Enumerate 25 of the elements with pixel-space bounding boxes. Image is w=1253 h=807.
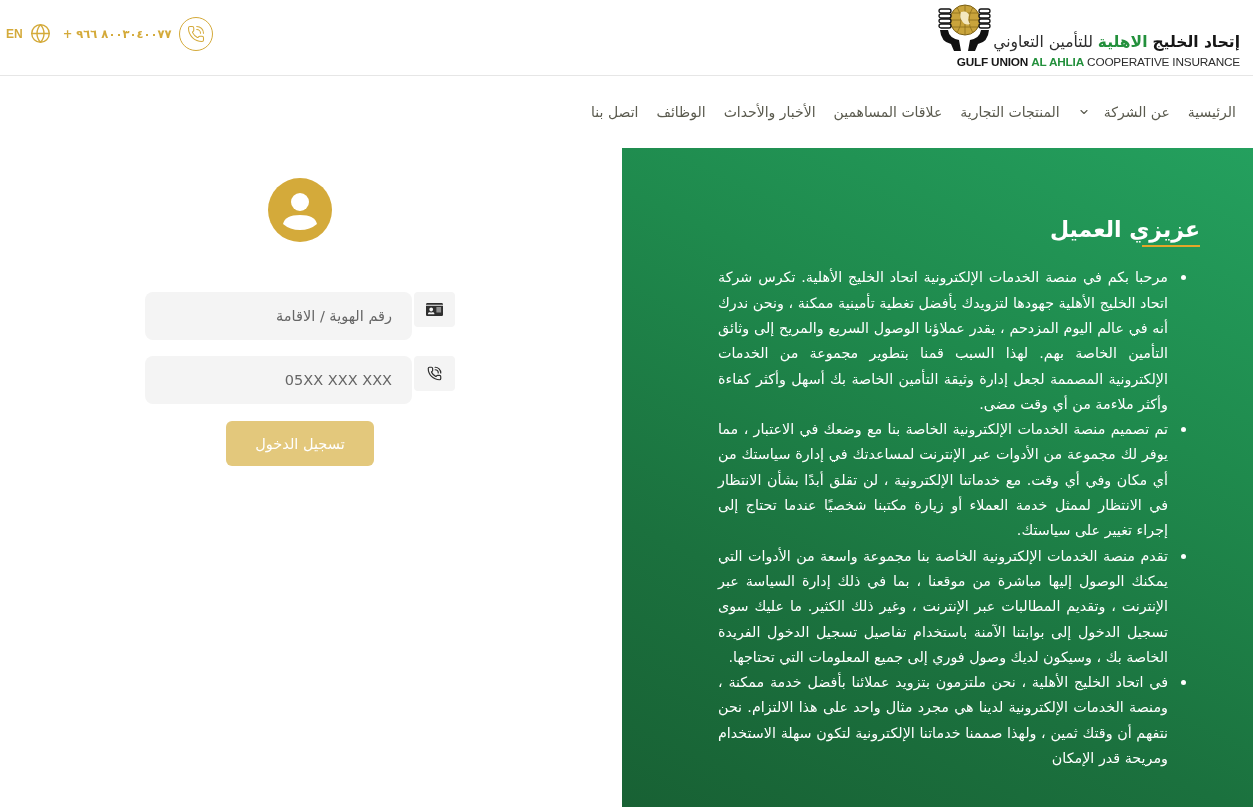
welcome-paragraph: تم تصميم منصة الخدمات الإلكترونية الخاصة بنا مع وضعك في الاعتبار ، مما يوفر لك مجموعة من الأدوات عبر الإنترنت لمساعدتك في إدارة سياستك من أي مكان وفي أي وقت. مع خدماتنا الإلكترونية ، لن تقلق أبدًا بشأن الانتظار في الانتظار لممثل خدمة العملاء أو زيارة مكتبنا شخصيًا عندما تحتاج إلى إجراء تغيير على سياستك.: [718, 420, 1168, 541]
nav-link[interactable]: المنتجات التجارية: [960, 104, 1060, 120]
logo-english-name: GULF UNION AL AHLIA COOPERATIVE INSURANCE: [956, 55, 1240, 69]
user-avatar-icon: [268, 178, 332, 242]
phone-number-field[interactable]: 05XX XXX XXX: [145, 356, 412, 404]
welcome-paragraph: تقدم منصة الخدمات الإلكترونية الخاصة بنا مجموعة واسعة من الأدوات التي يمكنك الوصول إليها مباشرة من موقعنا ، بما في ذلك إدارة السياسة عبر الإنترنت ، وتقديم المطالبات عبر الإنترنت ، وغير ذلك الكثير. ما عليك سوى تسجيل الدخول إلى بوابتنا الآمنة باستخدام تفاصيل تسجيل الدخول الفريدة الخاصة بك ، وسيكون لديك وصول فوري إلى جميع المعلومات التي تحتاجها.: [718, 546, 1168, 668]
bullet-icon: [1181, 427, 1186, 433]
nav-link[interactable]: الوظائف: [656, 104, 706, 120]
globe-icon: [29, 23, 51, 44]
logo-arabic-name: إتحاد الخليج الاهلية للتأمين التعاوني: [993, 33, 1240, 51]
nav-link[interactable]: عن الشركة: [1077, 104, 1170, 120]
nav-link[interactable]: علاقات المساهمين: [833, 104, 943, 120]
welcome-title: عزيزي العميل: [1049, 217, 1200, 244]
nav-link[interactable]: الرئيسية: [1187, 104, 1236, 120]
nav-link[interactable]: اتصل بنا: [591, 104, 639, 120]
bullet-icon: [1181, 680, 1186, 686]
welcome-paragraph: مرحبا بكم في منصة الخدمات الإلكترونية اتحاد الخليج الأهلية. تكرس شركة اتحاد الخليج الأهلية جهودها لتزويدك بأفضل تغطية تأمينية ممكنة ، ونحن ندرك أنه في عالم اليوم المزدحم ، يقدر عملاؤنا الوصول السريع والمريح إلى وثائق التأمين الخاصة بهم. لهذا السبب قمنا بتطوير مجموعة من الخدمات الإلكترونية المصممة لجعل إدارة وثيقة التأمين الخاصة بك أسهل وأكثر كفاءة وأكثر ملاءمة من أي وقت مضى.: [718, 267, 1168, 415]
id-number-field[interactable]: رقم الهوية / الاقامة: [145, 292, 412, 340]
nav-link[interactable]: الأخبار والأحداث: [723, 104, 816, 120]
welcome-paragraph: في اتحاد الخليج الأهلية ، نحن ملتزمون بتزويد عملائنا بأفضل خدمة ممكنة ، ومنصة الخدمات الإلكترونية لدينا هي مجرد مثال واحد على هذا الالتزام. نحن نتفهم أن وقتك ثمين ، ولهذا صممنا خدماتنا الإلكترونية لتكون سهلة الاستخدام ومريحة قدر الإمكان: [718, 671, 1168, 769]
id-card-icon: [414, 292, 455, 327]
bullet-icon: [1181, 553, 1186, 559]
logo-emblem-icon: [937, 2, 992, 52]
phone-icon: [414, 356, 455, 391]
bullet-icon: [1181, 275, 1186, 281]
